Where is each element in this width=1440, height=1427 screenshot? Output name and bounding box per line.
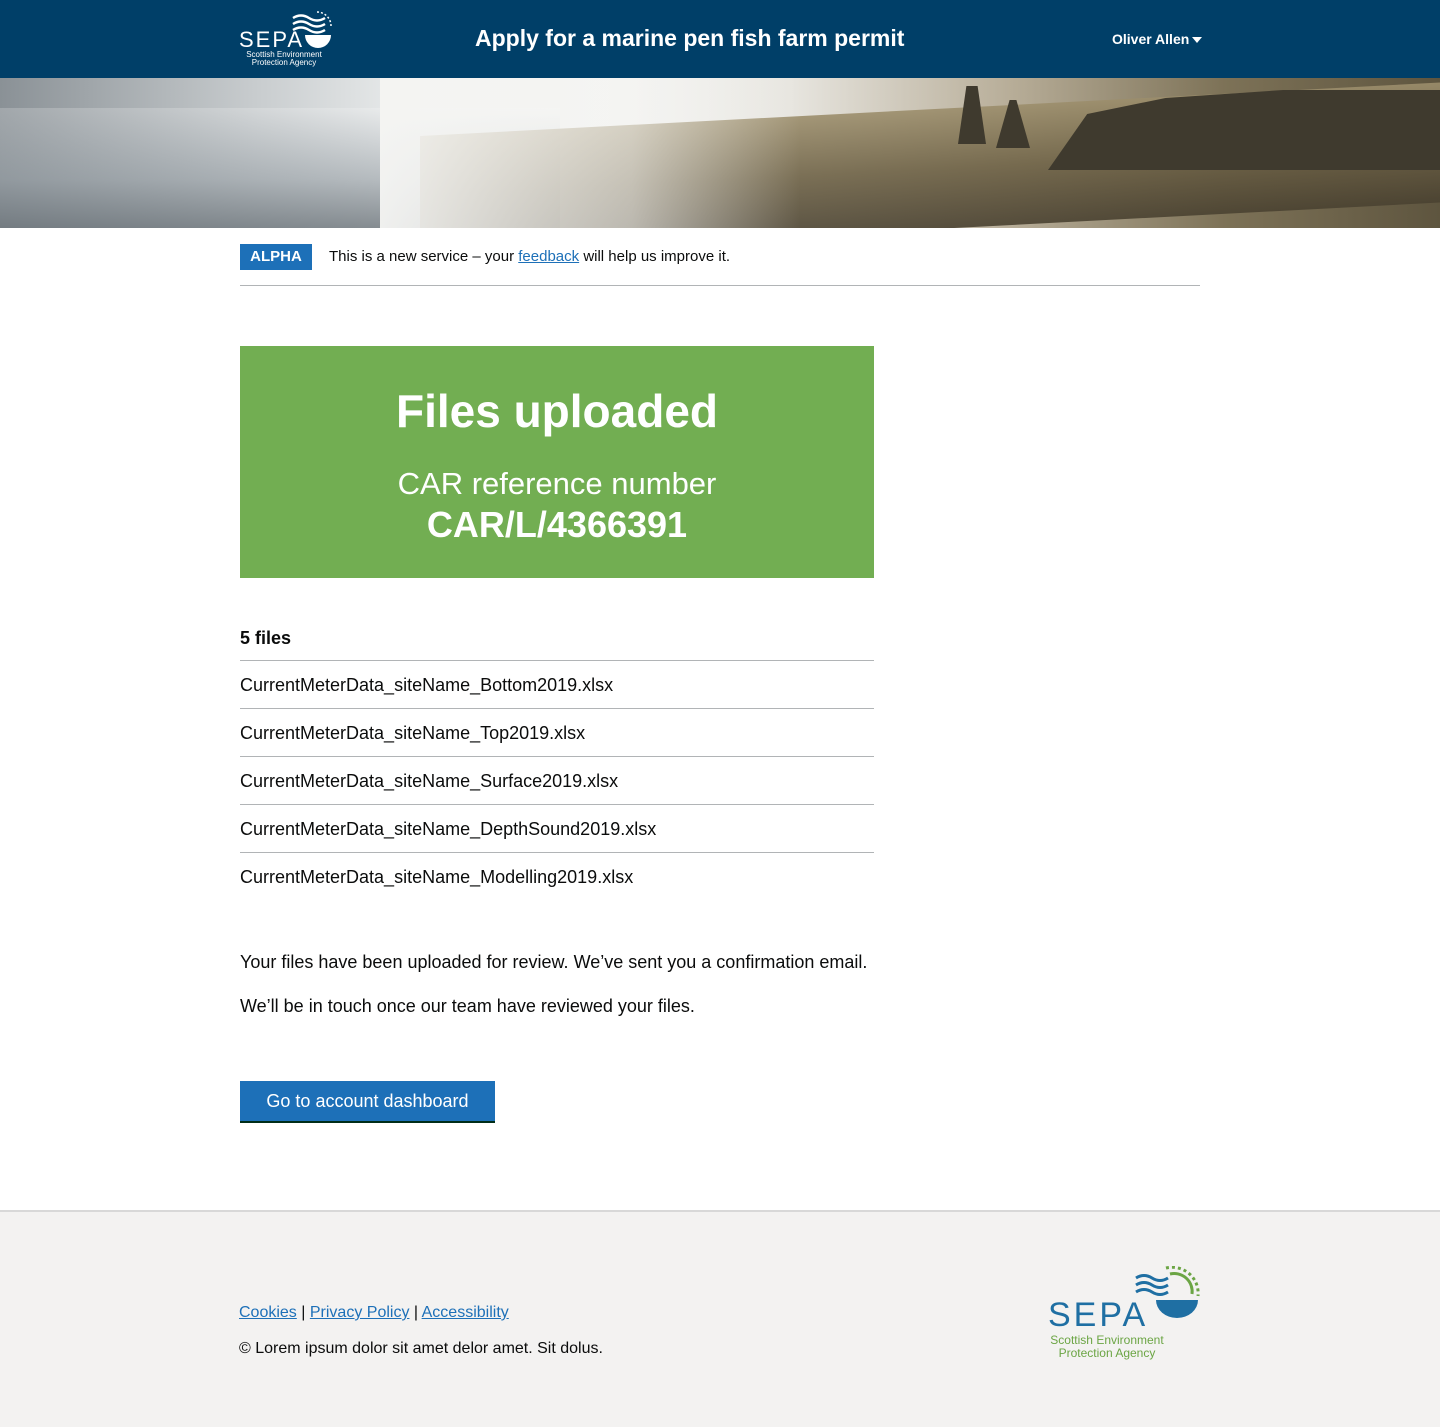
file-list-item: CurrentMeterData_siteName_Surface2019.xl… <box>240 757 874 805</box>
footer-separator: | <box>413 1304 419 1321</box>
footer-link-accessibility[interactable]: Accessibility <box>422 1304 509 1321</box>
files-count-heading: 5 files <box>240 628 292 648</box>
review-message: We’ll be in touch once our team have rev… <box>240 996 695 1016</box>
hero-fog <box>380 78 800 228</box>
file-list: CurrentMeterData_siteName_Bottom2019.xls… <box>240 660 874 901</box>
phase-text-after: will help us improve it. <box>583 248 731 265</box>
footer-link-privacy[interactable]: Privacy Policy <box>310 1304 410 1321</box>
footer-logo-subtext: Scottish Environment Protection Agency <box>1050 1333 1164 1360</box>
confirmation-panel: Files uploaded CAR reference number CAR/… <box>240 346 874 578</box>
phase-text: This is a new service – your feedback wi… <box>329 248 730 265</box>
chevron-down-icon <box>1192 37 1203 44</box>
file-list-item: CurrentMeterData_siteName_Modelling2019.… <box>240 867 634 887</box>
confirmation-message: Your files have been uploaded for review… <box>240 952 868 972</box>
logo-subtext: Scottish Environment Protection Agency <box>246 50 322 67</box>
phase-banner: ALPHA This is a new service – your feedb… <box>240 244 1200 286</box>
file-list-item: CurrentMeterData_siteName_DepthSound2019… <box>240 805 874 853</box>
file-list-item: CurrentMeterData_siteName_Top2019.xlsx <box>240 709 874 757</box>
reference-number: CAR/L/4366391 <box>426 504 688 545</box>
hero-image <box>0 78 1440 228</box>
file-list-item: CurrentMeterData_siteName_Bottom2019.xls… <box>240 661 874 709</box>
panel-title: Files uploaded <box>395 385 719 437</box>
phase-tag: ALPHA <box>240 244 312 270</box>
go-to-dashboard-button[interactable]: Go to account dashboard <box>240 1081 495 1121</box>
footer-separator: | <box>301 1304 306 1321</box>
feedback-link[interactable]: feedback <box>518 248 579 265</box>
footer-links: Cookies | Privacy Policy | Accessibility <box>239 1304 509 1322</box>
sepa-logo-icon[interactable]: SEPA Scottish Environment Protection Age… <box>239 8 334 68</box>
site-footer: Cookies | Privacy Policy | Accessibility… <box>0 1210 1440 1427</box>
site-header: SEPA Scottish Environment Protection Age… <box>0 0 1440 78</box>
user-name: Oliver Allen <box>1112 31 1190 47</box>
phase-text-before: This is a new service – your <box>329 248 515 265</box>
sea-stack <box>958 86 986 144</box>
footer-link-cookies[interactable]: Cookies <box>239 1304 297 1321</box>
footer-copyright: © Lorem ipsum dolor sit amet delor amet.… <box>239 1340 603 1357</box>
sepa-footer-logo-icon: SEPA Scottish Environment Protection Age… <box>1048 1266 1200 1362</box>
footer-logo-text: SEPA <box>1048 1296 1149 1334</box>
service-title[interactable]: Apply for a marine pen fish farm permit <box>475 25 904 52</box>
user-menu[interactable]: Oliver Allen <box>1112 31 1203 47</box>
reference-label: CAR reference number <box>397 466 717 501</box>
